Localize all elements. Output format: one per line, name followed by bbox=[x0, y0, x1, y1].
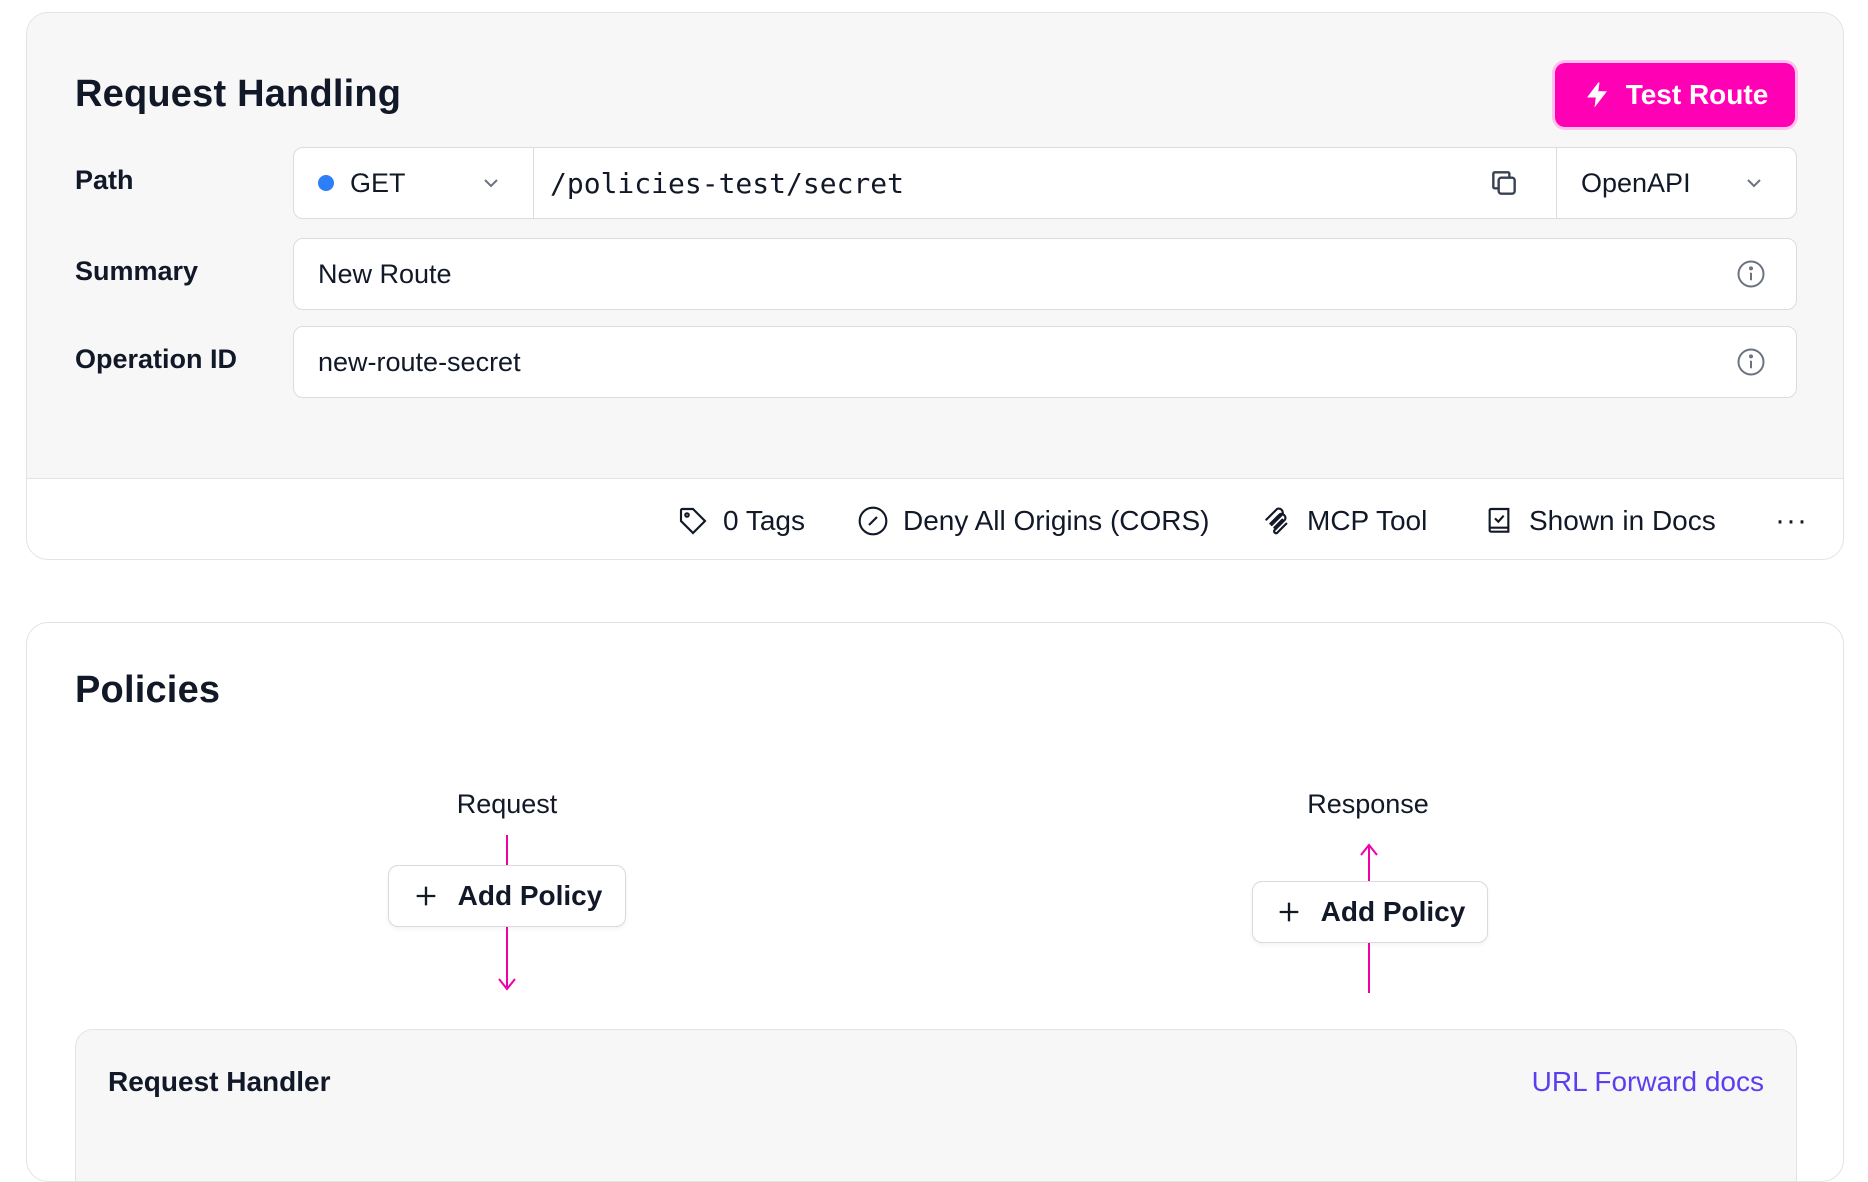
plus-icon bbox=[416, 886, 435, 906]
path-field: GET /policies-test/secret OpenAPI bbox=[293, 147, 1797, 219]
response-flow-label: Response bbox=[1307, 789, 1429, 819]
method-status-dot bbox=[318, 175, 334, 191]
add-request-policy-label: Add Policy bbox=[457, 880, 603, 911]
operation-id-value: new-route-secret bbox=[318, 346, 521, 377]
add-request-policy-button[interactable]: Add Policy bbox=[388, 865, 626, 927]
summary-value: New Route bbox=[318, 258, 452, 289]
lightning-bolt-icon bbox=[1586, 82, 1607, 108]
method-select[interactable]: GET bbox=[294, 148, 534, 218]
shown-in-docs-button[interactable]: Shown in Docs bbox=[1483, 479, 1716, 559]
test-route-button[interactable]: Test Route bbox=[1555, 63, 1795, 127]
info-icon[interactable] bbox=[1736, 259, 1766, 289]
request-handler-card: Request Handler URL Forward docs bbox=[75, 1029, 1797, 1181]
request-handler-title: Request Handler bbox=[108, 1066, 331, 1097]
summary-label: Summary bbox=[75, 256, 199, 286]
operation-id-input[interactable]: new-route-secret bbox=[293, 326, 1797, 398]
book-check-icon bbox=[1488, 507, 1510, 533]
path-value: /policies-test/secret bbox=[550, 166, 905, 200]
spec-type-select[interactable]: OpenAPI bbox=[1556, 148, 1796, 218]
chevron-down-icon bbox=[1747, 179, 1761, 188]
request-flow-label: Request bbox=[456, 789, 558, 819]
spec-type-label: OpenAPI bbox=[1581, 167, 1691, 198]
test-route-label: Test Route bbox=[1625, 79, 1769, 110]
add-response-policy-label: Add Policy bbox=[1320, 896, 1466, 927]
path-input[interactable]: /policies-test/secret bbox=[534, 148, 1556, 218]
path-label: Path bbox=[75, 165, 134, 195]
response-flow-line-top bbox=[1368, 845, 1370, 881]
mcp-tool-label: MCP Tool bbox=[1307, 504, 1428, 536]
route-options-bar: 0 Tags Deny All Origins (CORS) MCP Tool bbox=[27, 478, 1843, 559]
add-response-policy-button[interactable]: Add Policy bbox=[1252, 881, 1488, 943]
mcp-icon bbox=[1265, 507, 1288, 534]
cors-label: Deny All Origins (CORS) bbox=[903, 504, 1210, 536]
policies-title: Policies bbox=[75, 669, 221, 711]
url-forward-docs-link[interactable]: URL Forward docs bbox=[1532, 1066, 1764, 1098]
tags-label: 0 Tags bbox=[723, 504, 805, 536]
shown-in-docs-label: Shown in Docs bbox=[1529, 504, 1716, 536]
request-handling-card: Request Handling Test Route Path GET /po… bbox=[26, 12, 1844, 560]
more-options-button[interactable]: ··· bbox=[1775, 479, 1808, 559]
tag-icon bbox=[679, 507, 707, 535]
tags-button[interactable]: 0 Tags bbox=[677, 479, 805, 559]
copy-icon[interactable] bbox=[1488, 167, 1520, 199]
mcp-tool-button[interactable]: MCP Tool bbox=[1261, 479, 1428, 559]
summary-input[interactable]: New Route bbox=[293, 238, 1797, 310]
more-icon: ··· bbox=[1775, 503, 1808, 537]
plus-icon bbox=[1279, 902, 1298, 922]
info-icon[interactable] bbox=[1736, 347, 1766, 377]
method-label: GET bbox=[350, 167, 406, 198]
request-flow-line-top bbox=[506, 835, 508, 865]
forbidden-circle-icon bbox=[858, 506, 888, 535]
chevron-down-icon bbox=[484, 179, 498, 188]
request-handling-title: Request Handling bbox=[75, 73, 402, 115]
operation-id-label: Operation ID bbox=[75, 344, 238, 374]
cors-button[interactable]: Deny All Origins (CORS) bbox=[857, 479, 1210, 559]
arrow-down-icon bbox=[498, 978, 516, 991]
response-flow-line-bottom bbox=[1368, 943, 1370, 993]
policies-card: Policies Request Add Policy Response Add… bbox=[26, 622, 1844, 1182]
